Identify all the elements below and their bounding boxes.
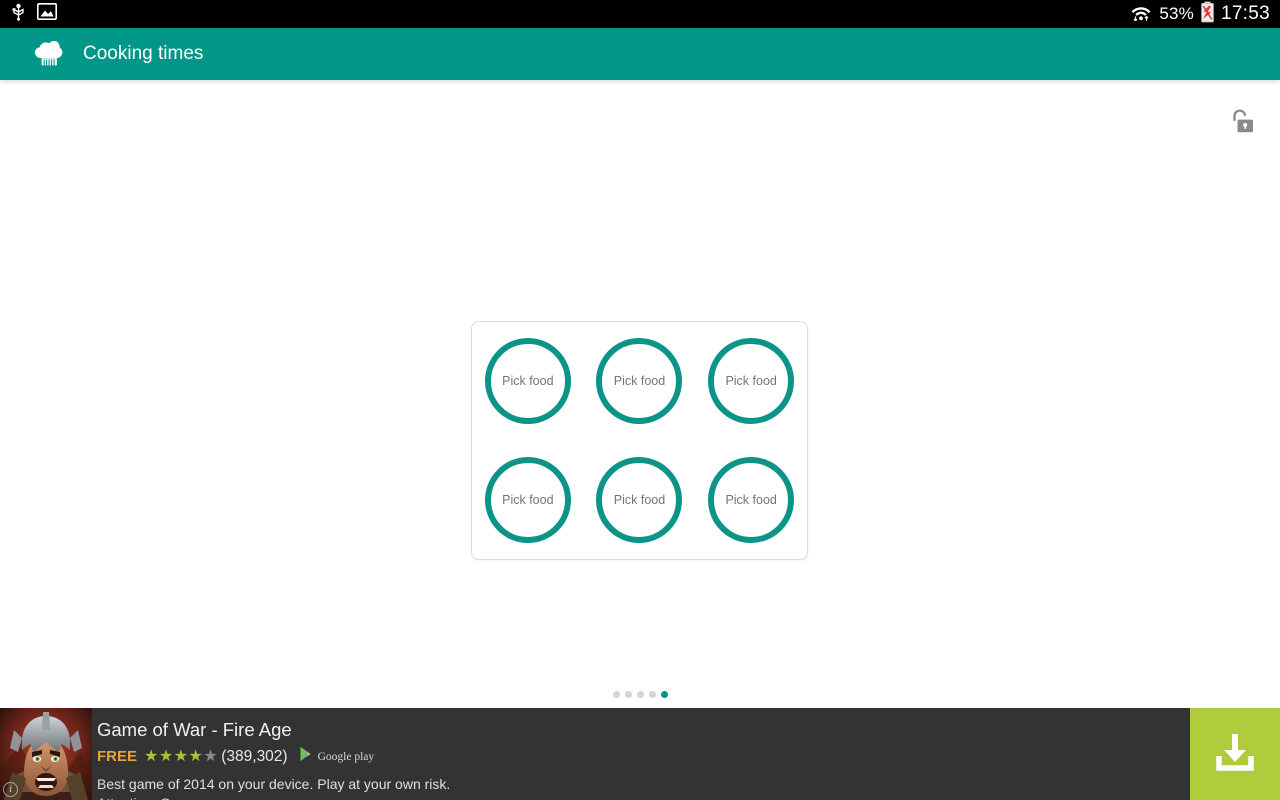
pick-food-slot-4[interactable]: Pick food [484, 456, 571, 543]
unlocked-padlock-icon[interactable] [1224, 105, 1258, 139]
pick-food-slot-2[interactable]: Pick food [596, 338, 683, 425]
status-bar-left-icons [10, 3, 57, 26]
ad-rating-count: (389,302) [221, 747, 288, 765]
ad-star-rating: ★★★★★ [144, 747, 219, 765]
main-content: Pick food Pick food Pick food Pick food … [0, 80, 1280, 708]
ad-body: Game of War - Fire Age FREE ★★★★★ (389,3… [97, 718, 1177, 800]
pick-food-label: Pick food [502, 374, 554, 389]
ad-info-badge[interactable]: i [3, 782, 18, 797]
screenshot-icon [37, 3, 57, 25]
pick-food-slot-1[interactable]: Pick food [484, 338, 571, 425]
ad-title: Game of War - Fire Age [97, 719, 292, 740]
ad-banner[interactable]: i Game of War - Fire Age FREE ★★★★★ (389… [0, 708, 1280, 800]
ad-description-line2: Attention: G [97, 794, 1177, 800]
status-bar-right-icons: 53% 17:53 [1129, 1, 1270, 28]
pick-food-label: Pick food [725, 492, 777, 507]
ad-description: Best game of 2014 on your device. Play a… [97, 776, 451, 793]
google-play-label: Google play [317, 750, 375, 763]
usb-icon [10, 3, 27, 26]
ad-download-button[interactable] [1190, 708, 1280, 800]
pagination-dot-4[interactable] [648, 691, 656, 698]
pick-food-label: Pick food [725, 374, 777, 389]
pagination-dot-1[interactable] [612, 691, 620, 698]
pagination-dots [0, 691, 1280, 698]
pick-food-slot-3[interactable]: Pick food [708, 338, 795, 425]
battery-percent-label: 53% [1159, 4, 1194, 23]
google-play-badge: Google play [299, 746, 375, 767]
pagination-dot-2[interactable] [624, 691, 632, 698]
download-icon [1211, 728, 1259, 781]
pick-food-slot-6[interactable]: Pick food [708, 456, 795, 543]
pick-food-slot-5[interactable]: Pick food [596, 456, 683, 543]
pick-food-label: Pick food [613, 492, 666, 507]
app-root: 53% 17:53 Cooking times Pick food Pick f… [0, 0, 1280, 800]
wifi-transfer-icon [1129, 2, 1153, 27]
pick-food-label: Pick food [613, 374, 666, 389]
game-warrior-thumbnail[interactable]: i [0, 708, 92, 800]
ad-meta-row: FREE ★★★★★ (389,302) Google play [97, 746, 1177, 767]
pagination-dot-5[interactable] [660, 691, 668, 698]
pick-food-label: Pick food [502, 492, 554, 507]
ad-price-label: FREE [97, 748, 138, 766]
chef-hat-icon [34, 39, 64, 69]
status-bar-clock: 17:53 [1220, 3, 1270, 24]
pagination-dot-3[interactable] [636, 691, 644, 698]
google-play-icon [299, 746, 314, 767]
food-picker-card: Pick food Pick food Pick food Pick food … [471, 321, 808, 560]
battery-low-icon [1200, 1, 1215, 28]
android-status-bar: 53% 17:53 [0, 0, 1280, 28]
app-bar: Cooking times [0, 28, 1280, 80]
page-title: Cooking times [83, 43, 204, 64]
